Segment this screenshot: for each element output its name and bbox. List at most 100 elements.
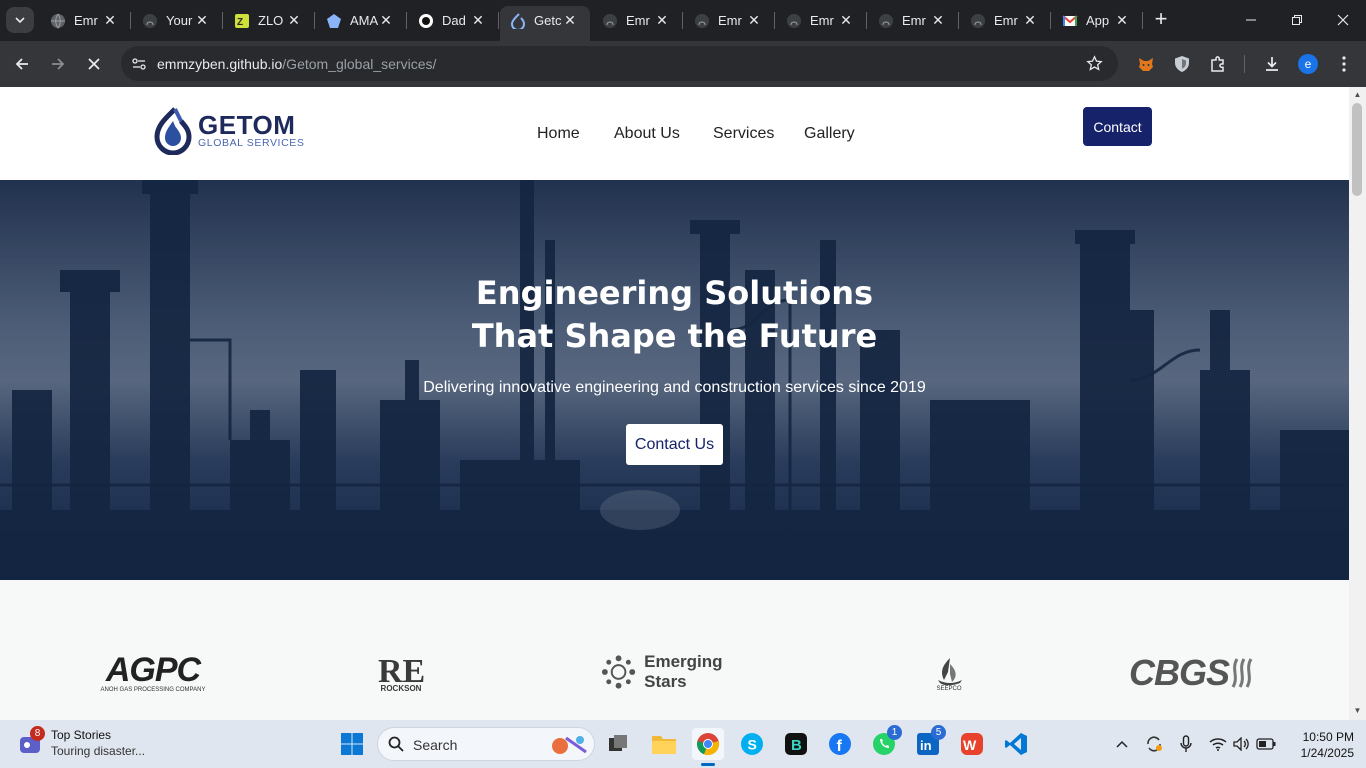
nav-home[interactable]: Home <box>537 125 580 143</box>
scroll-down-arrow[interactable]: ▼ <box>1353 707 1362 715</box>
partner-logo-rockson: RE ROCKSON <box>377 652 425 694</box>
browser-tab[interactable]: AMA ✕ <box>316 6 407 35</box>
browser-tab[interactable]: App ✕ <box>1052 6 1143 35</box>
taskbar-vscode[interactable] <box>1000 728 1032 760</box>
taskbar-skype[interactable]: S <box>736 728 768 760</box>
browser-toolbar: emmzyben.github.io/Getom_global_services… <box>0 41 1366 87</box>
tab-separator <box>682 12 683 29</box>
tray-battery[interactable] <box>1256 734 1276 754</box>
github-icon <box>878 13 894 29</box>
address-bar[interactable]: emmzyben.github.io/Getom_global_services… <box>121 46 1118 81</box>
browser-tab[interactable]: Emr ✕ <box>40 6 131 35</box>
tray-sync[interactable] <box>1144 734 1164 754</box>
extensions-button[interactable] <box>1204 50 1232 78</box>
tab-close-icon[interactable]: ✕ <box>286 12 302 28</box>
metamask-extension[interactable] <box>1132 50 1160 78</box>
stop-loading-button[interactable] <box>80 50 108 78</box>
site-header: GETOM GLOBAL SERVICES Home About Us Serv… <box>0 87 1349 180</box>
tab-strip: Emr ✕ Your ✕ Z ZLO ✕ AMA ✕ Dad ✕ Getc ✕ Emr ✕ Emr ✕ Emr ✕ E… <box>0 0 1366 41</box>
browser-tab[interactable]: Z ZLO ✕ <box>224 6 315 35</box>
nav-gallery[interactable]: Gallery <box>804 125 855 143</box>
nav-about-us[interactable]: About Us <box>614 125 680 143</box>
linkedin-badge: 5 <box>931 725 946 740</box>
new-tab-button[interactable]: + <box>1150 8 1172 30</box>
svg-text:S: S <box>748 737 757 753</box>
contact-button[interactable]: Contact <box>1083 107 1152 146</box>
web-page: GETOM GLOBAL SERVICES Home About Us Serv… <box>0 87 1349 720</box>
tray-show-hidden[interactable] <box>1112 734 1132 754</box>
browser-tab[interactable]: Emr ✕ <box>868 6 959 35</box>
page-scrollbar[interactable]: ▲ ▼ <box>1349 87 1366 720</box>
tab-separator <box>1142 12 1143 29</box>
news-title: Top Stories <box>51 728 112 742</box>
forward-button[interactable] <box>44 50 72 78</box>
browser-tab[interactable]: Emr ✕ <box>592 6 683 35</box>
taskbar-b-app[interactable]: B <box>780 728 812 760</box>
emerging-stars-logo-text: Emerging Stars <box>644 652 723 691</box>
browser-tab[interactable]: Dad ✕ <box>408 6 499 35</box>
browser-tab[interactable]: Emr ✕ <box>776 6 867 35</box>
downloads-button[interactable] <box>1258 50 1286 78</box>
tab-close-icon[interactable]: ✕ <box>1022 12 1038 28</box>
clock-time: 10:50 PM <box>1302 730 1354 744</box>
toolbar-divider <box>1244 55 1245 73</box>
taskbar-facebook[interactable]: f <box>824 728 856 760</box>
hero-section: Engineering Solutions That Shape the Fut… <box>0 180 1349 580</box>
url-host: emmzyben.github.io <box>157 56 283 72</box>
scrollbar-thumb[interactable] <box>1352 103 1362 196</box>
hero-contact-us-button[interactable]: Contact Us <box>626 424 723 465</box>
tab-separator <box>1050 12 1051 29</box>
bookmark-star-icon[interactable] <box>1086 55 1103 72</box>
close-window-button[interactable] <box>1328 6 1358 34</box>
tab-close-icon[interactable]: ✕ <box>746 12 762 28</box>
tab-separator <box>498 12 499 29</box>
tab-close-icon[interactable]: ✕ <box>562 12 578 28</box>
tab-close-icon[interactable]: ✕ <box>838 12 854 28</box>
browser-tab[interactable]: Emr ✕ <box>684 6 775 35</box>
shield-extension[interactable] <box>1168 50 1196 78</box>
start-button[interactable] <box>336 728 368 760</box>
github-icon <box>142 13 158 29</box>
tray-volume[interactable] <box>1232 734 1252 754</box>
taskbar-task-view[interactable] <box>602 728 634 760</box>
site-info-icon[interactable] <box>131 56 147 72</box>
browser-tab[interactable]: Getc ✕ <box>500 6 590 41</box>
profile-button[interactable]: e <box>1294 50 1322 78</box>
speaker-icon <box>1233 737 1249 751</box>
tab-close-icon[interactable]: ✕ <box>378 12 394 28</box>
tab-close-icon[interactable]: ✕ <box>654 12 670 28</box>
taskbar-file-explorer[interactable] <box>648 728 680 760</box>
taskbar-wps-office[interactable]: W <box>956 728 988 760</box>
hero-title-line2: That Shape the Future <box>471 317 878 355</box>
clock-date: 1/24/2025 <box>1300 746 1354 760</box>
tab-close-icon[interactable]: ✕ <box>102 12 118 28</box>
url-text: emmzyben.github.io/Getom_global_services… <box>157 56 436 72</box>
tab-search-button[interactable] <box>6 7 34 33</box>
taskbar-whatsapp[interactable]: 1 <box>868 725 902 760</box>
partner-logo-emerging-stars: Emerging Stars <box>599 652 767 692</box>
tray-wifi[interactable] <box>1208 734 1228 754</box>
browser-menu-button[interactable] <box>1330 50 1358 78</box>
site-logo[interactable]: GETOM GLOBAL SERVICES <box>153 106 304 156</box>
taskbar-search[interactable]: Search <box>377 727 595 761</box>
taskbar-linkedin[interactable]: in 5 <box>912 725 946 760</box>
news-widget[interactable]: 8 Top Stories Touring disaster... <box>14 726 184 762</box>
browser-tab[interactable]: Your ✕ <box>132 6 223 35</box>
taskbar-chrome[interactable] <box>692 728 724 766</box>
tab-separator <box>222 12 223 29</box>
tab-close-icon[interactable]: ✕ <box>1114 12 1130 28</box>
restore-button[interactable] <box>1282 6 1312 34</box>
back-button[interactable] <box>8 50 36 78</box>
taskbar-clock[interactable]: 10:50 PM 1/24/2025 <box>1284 729 1354 761</box>
browser-tab[interactable]: Emr ✕ <box>960 6 1051 35</box>
shield-icon <box>1175 56 1189 72</box>
tab-close-icon[interactable]: ✕ <box>470 12 486 28</box>
minimize-button[interactable] <box>1236 6 1266 34</box>
nav-services[interactable]: Services <box>713 125 774 143</box>
emerging-stars-icon <box>601 655 636 689</box>
tab-close-icon[interactable]: ✕ <box>930 12 946 28</box>
seepco-logo-text: SEEPCO <box>936 686 962 692</box>
tray-microphone[interactable] <box>1176 734 1196 754</box>
scroll-up-arrow[interactable]: ▲ <box>1353 91 1362 99</box>
tab-close-icon[interactable]: ✕ <box>194 12 210 28</box>
